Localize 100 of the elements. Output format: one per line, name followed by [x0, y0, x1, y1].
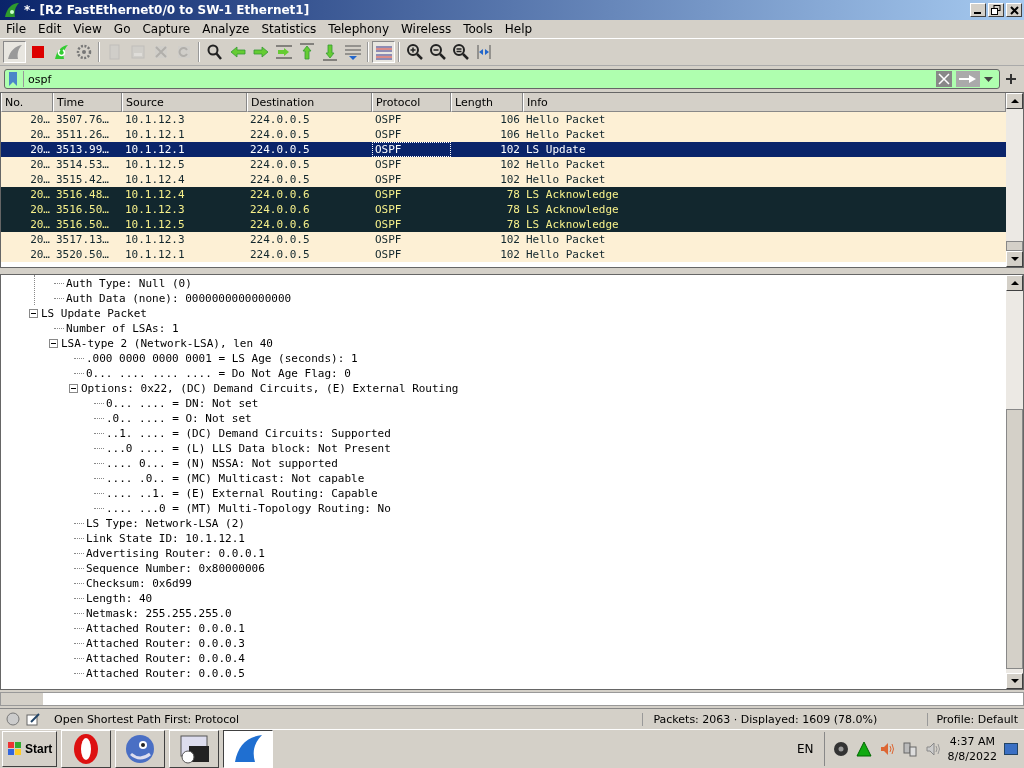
menu-item[interactable]: View	[67, 22, 108, 36]
show-desktop-icon[interactable]	[1004, 743, 1018, 755]
tree-item[interactable]: Attached Router: 0.0.0.4	[86, 651, 245, 666]
table-cell-text: 3507.76…	[55, 112, 110, 127]
collapse-icon[interactable]	[29, 309, 38, 318]
down-caret-icon	[1010, 679, 1019, 683]
collapse-icon[interactable]	[49, 339, 58, 348]
clear-icon[interactable]	[936, 71, 952, 87]
menu-item[interactable]: Statistics	[255, 22, 323, 36]
tree-item[interactable]: Checksum: 0x6d99	[86, 576, 192, 591]
packet-row[interactable]: 20… 3511.26… 10.1.12.1 224.0.0.5 OSPF 106 Hello Packet	[1, 127, 1006, 142]
tree-item[interactable]: 0... .... = DN: Not set	[106, 396, 259, 411]
tree-item[interactable]: ...0 .... = (L) LLS Data block: Not Present	[106, 441, 391, 456]
menu-item[interactable]: Go	[107, 22, 137, 36]
tree-item[interactable]: Sequence Number: 0x80000006	[86, 561, 265, 576]
display-filter-field[interactable]: ospf	[23, 71, 932, 87]
language-indicator[interactable]: EN	[791, 742, 820, 756]
table-cell-text: 20…	[29, 202, 51, 217]
restore-button[interactable]	[988, 3, 1004, 17]
tree-item[interactable]: LS Type: Network-LSA (2)	[86, 516, 245, 531]
status-circle-icon	[6, 712, 20, 726]
table-cell-text: 224.0.0.6	[249, 187, 311, 202]
filter-bar[interactable]: ospf	[4, 69, 1000, 89]
packet-row[interactable]: 20… 3516.48… 10.1.12.4 224.0.0.6 OSPF 78 LS Acknowledge	[1, 187, 1006, 202]
menu-item[interactable]: File	[0, 22, 33, 36]
close-button[interactable]	[1006, 3, 1022, 17]
packet-row[interactable]: 20… 3516.50… 10.1.12.3 224.0.0.6 OSPF 78 LS Acknowledge	[1, 202, 1006, 217]
shark-fin-icon	[4, 2, 20, 18]
edit-note-icon[interactable]	[26, 712, 40, 726]
tree-item[interactable]: Netmask: 255.255.255.0	[86, 606, 232, 621]
tree-item[interactable]: Options: 0x22, (DC) Demand Circuits, (E) External Routing	[81, 381, 459, 396]
scroll-thumb[interactable]	[1, 693, 43, 705]
table-cell-text: 102	[499, 142, 521, 157]
menu-item[interactable]: Edit	[32, 22, 68, 36]
table-cell-text: 106	[499, 127, 521, 142]
packet-row[interactable]: 20… 3520.50… 10.1.12.1 224.0.0.5 OSPF 102 Hello Packet	[1, 247, 1006, 262]
dropdown-caret-icon[interactable]	[984, 76, 993, 82]
tree-item[interactable]: .... .0.. = (MC) Multicast: Not capable	[106, 471, 365, 486]
triangle-icon[interactable]	[855, 741, 872, 757]
tree-item[interactable]: Attached Router: 0.0.0.5	[86, 666, 245, 681]
up-caret-icon	[1010, 99, 1019, 103]
table-cell-text: 10.1.12.3	[124, 232, 186, 247]
menu-item[interactable]: Wireless	[395, 22, 458, 36]
packet-row[interactable]: 20… 3516.50… 10.1.12.5 224.0.0.6 OSPF 78 LS Acknowledge	[1, 217, 1006, 232]
table-cell-text: 3517.13…	[55, 232, 110, 247]
scroll-thumb[interactable]	[1006, 241, 1023, 251]
scroll-up-button[interactable]	[1006, 93, 1023, 109]
packet-row[interactable]: 20… 3515.42… 10.1.12.4 224.0.0.5 OSPF 102 Hello Packet	[1, 172, 1006, 187]
scroll-up-button[interactable]	[1006, 275, 1023, 291]
up-caret-icon	[1010, 281, 1019, 285]
table-cell-text: 10.1.12.3	[124, 202, 186, 217]
scroll-down-button[interactable]	[1006, 251, 1023, 267]
packet-row[interactable]: 20… 3507.76… 10.1.12.3 224.0.0.5 OSPF 106 Hello Packet	[1, 112, 1006, 127]
menu-item[interactable]: Analyze	[196, 22, 256, 36]
tree-item[interactable]: .... ...0 = (MT) Multi-Topology Routing: No	[106, 501, 391, 516]
scroll-thumb[interactable]	[1006, 409, 1023, 669]
collapse-icon[interactable]	[69, 384, 78, 393]
zoom-reset-icon	[451, 43, 470, 61]
tree-item[interactable]: .0.. .... = O: Not set	[106, 411, 252, 426]
scrollbar[interactable]	[1006, 275, 1023, 689]
menu-item[interactable]: Telephony	[322, 22, 395, 36]
tree-item[interactable]: 0... .... .... .... = Do Not Age Flag: 0	[86, 366, 351, 381]
packet-row[interactable]: 20… 3514.53… 10.1.12.5 224.0.0.5 OSPF 102 Hello Packet	[1, 157, 1006, 172]
tree-item[interactable]: ..1. .... = (DC) Demand Circuits: Supported	[106, 426, 391, 441]
menu-item[interactable]: Tools	[457, 22, 499, 36]
volume-icon[interactable]	[924, 741, 941, 757]
clock-time[interactable]: 4:37 AM	[949, 734, 995, 749]
tree-item[interactable]: Advertising Router: 0.0.0.1	[86, 546, 265, 561]
start-button[interactable]: Start	[2, 731, 58, 767]
tree-item[interactable]: Auth Data (none): 0000000000000000	[66, 291, 292, 306]
tree-item[interactable]: .000 0000 0000 0001 = LS Age (seconds): 1	[86, 351, 358, 366]
tree-item[interactable]: Attached Router: 0.0.0.1	[86, 621, 245, 636]
tree-item[interactable]: Auth Type: Null (0)	[66, 276, 192, 291]
profile-label[interactable]: Profile: Default	[927, 712, 1018, 726]
minimize-button[interactable]	[970, 3, 986, 17]
tree-item[interactable]: LSA-type 2 (Network-LSA), len 40	[61, 336, 273, 351]
taskbar-button[interactable]	[223, 730, 274, 768]
packet-row[interactable]: 20… 3513.99… 10.1.12.1 224.0.0.5 OSPF 102 LS Update	[1, 142, 1006, 157]
menu-item[interactable]: Capture	[136, 22, 197, 36]
table-cell-text: OSPF	[374, 127, 403, 142]
tree-item[interactable]: Link State ID: 10.1.12.1	[86, 531, 245, 546]
tree-item[interactable]: LS Update Packet	[41, 306, 147, 321]
clock-date[interactable]: 8/8/2022	[947, 749, 997, 764]
tree-item[interactable]: Length: 40	[86, 591, 153, 606]
table-cell-text: 10.1.12.5	[124, 217, 186, 232]
table-cell-text: 3513.99…	[55, 142, 110, 157]
table-cell-text: Hello Packet	[525, 232, 607, 247]
tree-item[interactable]: .... 0... = (N) NSSA: Not supported	[106, 456, 338, 471]
horizontal-scrollbar[interactable]	[0, 692, 1024, 706]
add-icon[interactable]	[1006, 74, 1016, 84]
tree-item[interactable]: Number of LSAs: 1	[66, 321, 179, 336]
network-icon[interactable]	[901, 741, 918, 757]
disc-icon[interactable]	[832, 741, 849, 757]
packet-row[interactable]: 20… 3517.13… 10.1.12.3 224.0.0.5 OSPF 102 Hello Packet	[1, 232, 1006, 247]
tree-item[interactable]: Attached Router: 0.0.0.3	[86, 636, 245, 651]
speaker-icon[interactable]	[878, 741, 895, 757]
scrollbar[interactable]	[1006, 93, 1023, 267]
menu-item[interactable]: Help	[498, 22, 539, 36]
scroll-down-button[interactable]	[1006, 673, 1023, 689]
tree-item[interactable]: .... ..1. = (E) External Routing: Capable	[106, 486, 378, 501]
